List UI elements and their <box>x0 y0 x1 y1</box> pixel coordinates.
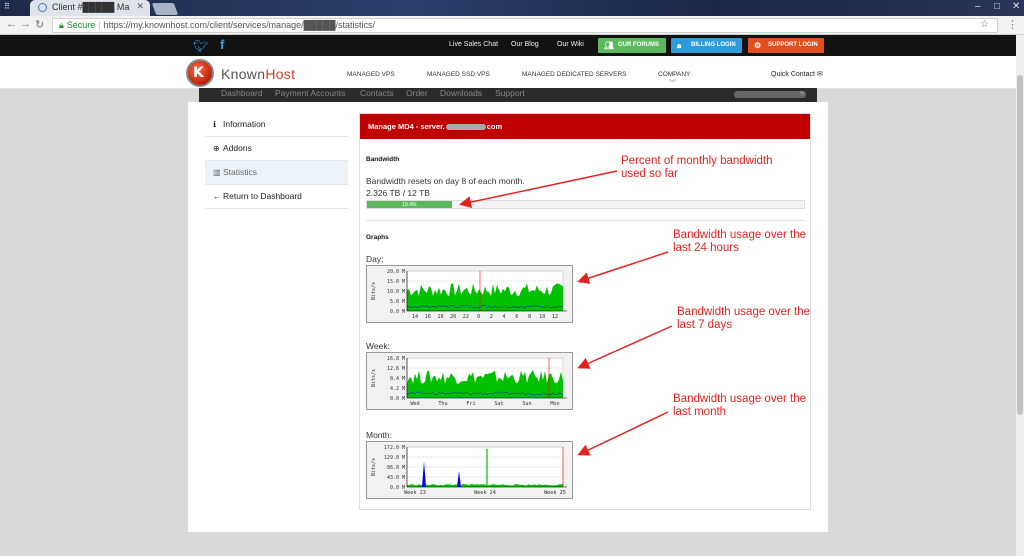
arrow-to-month-graph <box>577 411 669 456</box>
annotation-arrows <box>459 170 673 456</box>
scrollbar-thumb[interactable] <box>1017 75 1023 415</box>
scrollbar[interactable] <box>1016 35 1024 556</box>
arrow-to-week-graph <box>577 325 673 369</box>
arrow-to-progress <box>459 170 618 208</box>
arrow-to-day-graph <box>577 251 669 284</box>
